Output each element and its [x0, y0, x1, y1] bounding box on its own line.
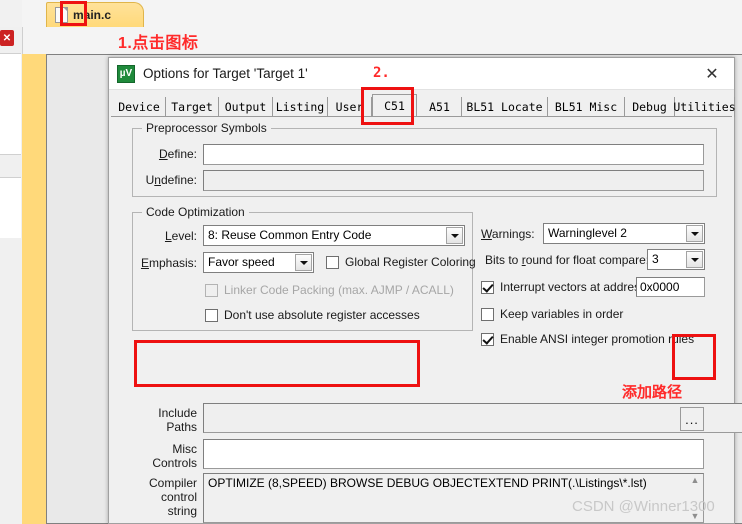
compiler-label-line2: control — [160, 490, 197, 504]
tab-bl51-misc[interactable]: BL51 Misc — [548, 97, 625, 117]
annotation-box-toolbar-icon — [60, 1, 87, 26]
bits-round-label: Bits to round for float compare: — [485, 253, 650, 267]
editor-tab-accent — [22, 54, 46, 524]
chevron-down-icon[interactable] — [295, 254, 312, 271]
browse-include-paths-button[interactable]: ... — [680, 407, 704, 431]
emphasis-select[interactable]: Favor speed — [203, 252, 314, 273]
close-icon[interactable]: ✕ — [690, 58, 734, 89]
define-label: Define: — [158, 147, 197, 161]
optimization-level-select[interactable]: 8: Reuse Common Entry Code — [203, 225, 465, 246]
left-dock-strip: ✕ — [0, 27, 23, 524]
misc-controls-label: Misc Controls — [125, 442, 197, 470]
include-paths-label-line1: Include — [158, 406, 197, 420]
level-label: Level: — [164, 229, 197, 243]
dont-use-absolute-register-checkbox[interactable]: Don't use absolute register accesses — [205, 308, 420, 322]
include-paths-label: Include Paths — [125, 406, 197, 434]
group-title-code-optimization: Code Optimization — [142, 205, 249, 219]
emphasis-value: Favor speed — [208, 255, 275, 269]
warnings-label: Warnings: — [481, 227, 535, 241]
interrupt-vectors-label: Interrupt vectors at address: — [500, 280, 650, 294]
scroll-up-icon[interactable]: ▲ — [691, 475, 700, 485]
tab-bl51-locate[interactable]: BL51 Locate — [462, 97, 548, 117]
group-title-preprocessor: Preprocessor Symbols — [142, 121, 271, 135]
dont-use-absolute-register-label: Don't use absolute register accesses — [224, 308, 420, 322]
project-panel-area-2 — [0, 177, 21, 238]
define-input[interactable] — [203, 144, 704, 165]
ansi-promotion-checkbox[interactable]: Enable ANSI integer promotion rules — [481, 332, 694, 346]
checkbox-box[interactable] — [481, 280, 494, 294]
watermark: CSDN @Winner1300 — [572, 498, 715, 515]
dialog-tabs: Device Target Output Listing User C51 A5… — [111, 65, 736, 125]
optimization-level-value: 8: Reuse Common Entry Code — [208, 228, 372, 242]
keil-uvision-icon: µV — [117, 64, 135, 83]
annotation-box-c51-tab — [361, 87, 414, 125]
tab-debug[interactable]: Debug — [625, 97, 675, 117]
interrupt-address-input[interactable]: 0x0000 — [636, 277, 705, 297]
misc-controls-label-line2: Controls — [152, 456, 197, 470]
interrupt-vectors-checkbox[interactable]: Interrupt vectors at address: — [481, 280, 649, 294]
screenshot-root: ✕ main.c 1.点击图标 µV Options for Target 'T… — [0, 0, 742, 524]
options-dialog: µV Options for Target 'Target 1' ✕ Devic… — [108, 57, 742, 524]
annotation-box-include-paths — [134, 340, 420, 387]
chevron-down-icon[interactable] — [686, 251, 703, 268]
dialog-title: Options for Target 'Target 1' — [143, 66, 308, 81]
tab-listing[interactable]: Listing — [273, 97, 328, 117]
bits-round-select[interactable]: 3 — [647, 249, 705, 270]
chevron-down-icon[interactable] — [446, 227, 463, 244]
tab-target[interactable]: Target — [166, 97, 219, 117]
keep-variables-label: Keep variables in order — [500, 307, 624, 321]
undefine-label: Undefine: — [145, 173, 197, 187]
project-panel-area — [0, 53, 21, 155]
tab-a51[interactable]: A51 — [418, 97, 462, 117]
tab-output[interactable]: Output — [219, 97, 273, 117]
misc-controls-label-line1: Misc — [172, 442, 197, 456]
include-paths-label-line2: Paths — [166, 420, 197, 434]
dialog-titlebar: µV Options for Target 'Target 1' ✕ — [109, 58, 734, 90]
keep-variables-checkbox[interactable]: Keep variables in order — [481, 307, 623, 321]
editor-tabstrip: main.c — [22, 0, 742, 27]
chevron-down-icon[interactable] — [686, 225, 703, 242]
annotation-step1-text: 1.点击图标 — [118, 35, 199, 52]
tab-device[interactable]: Device — [113, 97, 166, 117]
checkbox-box[interactable] — [481, 332, 494, 346]
linker-code-packing-checkbox: Linker Code Packing (max. AJMP / ACALL) — [205, 283, 454, 297]
linker-code-packing-label: Linker Code Packing (max. AJMP / ACALL) — [224, 283, 454, 297]
compiler-label-line1: Compiler — [148, 476, 197, 490]
compiler-control-string-value: OPTIMIZE (8,SPEED) BROWSE DEBUG OBJECTEX… — [208, 476, 647, 490]
ansi-promotion-label: Enable ANSI integer promotion rules — [500, 332, 695, 346]
misc-controls-input[interactable] — [203, 439, 704, 469]
tab-utilities[interactable]: Utilities — [673, 97, 736, 117]
warnings-select[interactable]: Warninglevel 2 — [543, 223, 705, 244]
emphasis-label: Emphasis: — [140, 256, 197, 270]
bits-round-value: 3 — [652, 252, 659, 266]
compiler-label-line3: string — [167, 504, 197, 518]
undefine-input[interactable] — [203, 170, 704, 191]
global-register-coloring-label: Global Register Coloring — [345, 255, 476, 269]
global-register-coloring-checkbox[interactable]: Global Register Coloring — [326, 255, 476, 269]
close-icon[interactable]: ✕ — [0, 30, 14, 46]
dialog-content: Preprocessor Symbols Define: Undefine: C… — [111, 117, 742, 523]
checkbox-box[interactable] — [481, 307, 494, 321]
annotation-box-browse-button — [672, 334, 716, 380]
checkbox-box[interactable] — [326, 255, 339, 269]
annotation-step2-text: 2. — [373, 65, 390, 81]
checkbox-box[interactable] — [205, 308, 218, 322]
warnings-value: Warninglevel 2 — [548, 226, 627, 240]
include-paths-input[interactable] — [203, 403, 742, 433]
compiler-control-string-label: Compiler control string — [125, 476, 197, 518]
checkbox-box — [205, 283, 218, 297]
annotation-add-path-text: 添加路径 — [622, 384, 683, 401]
